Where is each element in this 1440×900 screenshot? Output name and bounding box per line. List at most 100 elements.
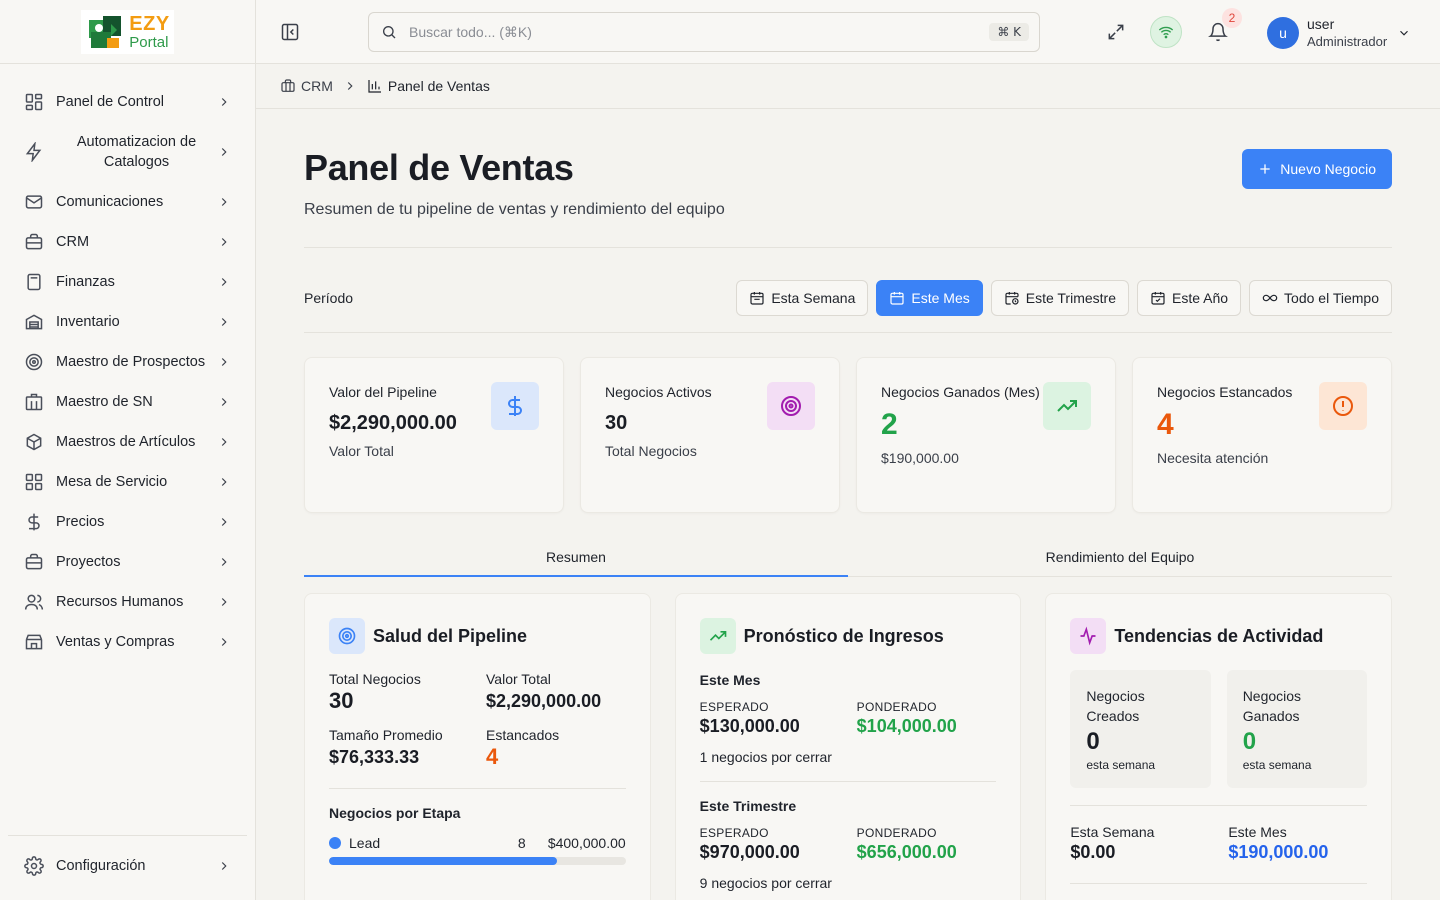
divider xyxy=(699,781,997,782)
chevron-right-icon xyxy=(221,318,227,326)
period-filter: Esta Semana Este Mes Este Trimestre Este… xyxy=(736,280,1392,316)
chevron-right-icon xyxy=(221,862,227,870)
metric-label: Estancados xyxy=(486,727,560,743)
sidebar-item-finanzas[interactable]: Finanzas xyxy=(0,262,255,302)
target-icon xyxy=(25,353,43,371)
kpi-title: Negocios Activos xyxy=(605,384,712,400)
stage-progress-fill xyxy=(329,857,558,865)
sidebar-item-label: Maestros de Artículos xyxy=(56,434,196,450)
kpi-title: Valor del Pipeline xyxy=(329,384,437,400)
sidebar-item-label: Automatizacion de Catalogos xyxy=(76,134,197,170)
period-option-label: Este Trimestre xyxy=(1025,290,1116,306)
forecast-note: 9 negocios por cerrar xyxy=(699,875,832,891)
sidebar-item-comunicaciones[interactable]: Comunicaciones xyxy=(0,182,255,222)
wifi-icon xyxy=(1158,26,1174,39)
chevron-down-icon xyxy=(1400,30,1409,36)
warehouse-icon xyxy=(25,314,43,330)
chevron-right-icon xyxy=(221,398,227,406)
chevron-right-icon xyxy=(347,82,353,90)
deals-won-box: Negocios Ganados 0 esta semana xyxy=(1226,670,1368,788)
sidebar-item-maestros-de-articulos[interactable]: Maestros de Artículos xyxy=(0,422,255,462)
kpi-title: Negocios Estancados xyxy=(1157,384,1293,400)
sidebar-item-label: Configuración xyxy=(56,858,146,874)
sidebar-item-proyectos[interactable]: Proyectos xyxy=(0,542,255,582)
fullscreen-icon[interactable] xyxy=(1106,22,1126,42)
logo-text-portal: Portal xyxy=(129,33,169,51)
kpi-icon-box xyxy=(491,382,539,430)
logo[interactable]: EZY Portal xyxy=(81,9,174,54)
sidebar-item-label: Comunicaciones xyxy=(56,194,164,210)
sidebar: EZY Portal Panel de Control Automatizaci… xyxy=(0,0,256,900)
sidebar-item-label: Inventario xyxy=(56,314,120,330)
section-title: Negocios por Etapa xyxy=(329,805,461,821)
sidebar-item-ventas-y-compras[interactable]: Ventas y Compras xyxy=(0,622,255,662)
chevron-right-icon xyxy=(221,238,227,246)
sidebar-item-recursos-humanos[interactable]: Recursos Humanos xyxy=(0,582,255,622)
kpi-card-won-deals: Negocios Ganados (Mes) 2 $190,000.00 xyxy=(856,357,1116,513)
sidebar-toggle-icon[interactable] xyxy=(280,22,300,42)
period-this-quarter-button[interactable]: Este Trimestre xyxy=(990,280,1129,316)
breadcrumb-current: Panel de Ventas xyxy=(367,78,490,94)
metric-value: $190,000.00 xyxy=(1228,842,1329,862)
sidebar-item-configuracion[interactable]: Configuración xyxy=(8,846,247,886)
briefcase-icon xyxy=(25,553,43,570)
metric-label: Este Mes xyxy=(1228,824,1287,840)
search-input[interactable] xyxy=(409,24,990,40)
period-all-time-button[interactable]: Todo el Tiempo xyxy=(1249,280,1392,316)
period-this-year-button[interactable]: Este Año xyxy=(1137,280,1242,316)
sidebar-item-automatizacion[interactable]: Automatizacion de Catalogos xyxy=(0,122,255,182)
topbar: ⌘ K 2 u user Administrador xyxy=(256,0,1440,64)
search-bar[interactable]: ⌘ K xyxy=(368,12,1040,52)
period-option-label: Esta Semana xyxy=(771,290,856,306)
period-this-week-button[interactable]: Esta Semana xyxy=(736,280,869,316)
chevron-right-icon xyxy=(221,638,227,646)
new-deal-button[interactable]: Nuevo Negocio xyxy=(1242,149,1392,189)
sidebar-item-precios[interactable]: Precios xyxy=(0,502,255,542)
chart-icon xyxy=(368,80,381,93)
tab-rendimiento-del-equipo[interactable]: Rendimiento del Equipo xyxy=(848,537,1392,576)
logo-area: EZY Portal xyxy=(0,0,255,64)
notification-count-badge: 2 xyxy=(1222,8,1242,28)
card-icon-box xyxy=(329,618,365,654)
box-icon xyxy=(26,433,42,451)
forecast-label: ESPERADO xyxy=(699,700,769,714)
forecast-expected-value: $970,000.00 xyxy=(699,842,800,862)
logo-text-ezy: EZY xyxy=(129,12,170,35)
alert-circle-icon xyxy=(1333,396,1353,416)
kpi-icon-box xyxy=(1043,382,1091,430)
sidebar-item-maestro-de-sn[interactable]: Maestro de SN xyxy=(0,382,255,422)
sidebar-item-crm[interactable]: CRM xyxy=(0,222,255,262)
breadcrumb-crm[interactable]: CRM xyxy=(280,78,333,94)
target-icon xyxy=(781,396,801,416)
sidebar-item-panel-de-control[interactable]: Panel de Control xyxy=(0,82,255,122)
dashboard-icon xyxy=(25,93,43,111)
calendar-check-icon xyxy=(1151,292,1165,305)
deals-created-box: Negocios Creados 0 esta semana xyxy=(1070,670,1211,788)
period-this-month-button[interactable]: Este Mes xyxy=(876,280,983,316)
breadcrumb-current-label: Panel de Ventas xyxy=(387,78,490,94)
chevron-right-icon xyxy=(221,558,227,566)
user-menu[interactable]: u user Administrador xyxy=(1267,16,1411,50)
sidebar-item-inventario[interactable]: Inventario xyxy=(0,302,255,342)
pipeline-health-card: Salud del Pipeline Total Negocios 30 Val… xyxy=(304,593,651,900)
forecast-note: 1 negocios por cerrar xyxy=(699,749,832,765)
chevron-right-icon xyxy=(221,358,227,366)
forecast-label: PONDERADO xyxy=(856,700,937,714)
kpi-title: Negocios Ganados (Mes) xyxy=(881,384,1040,400)
sidebar-item-label: CRM xyxy=(56,234,90,250)
kpi-card-stalled-deals: Negocios Estancados 4 Necesita atención xyxy=(1132,357,1392,513)
sidebar-nav: Panel de Control Automatizacion de Catal… xyxy=(0,64,255,662)
building-icon xyxy=(25,393,43,411)
forecast-period-title: Este Trimestre xyxy=(699,798,797,814)
search-icon xyxy=(383,26,396,39)
kpi-subtitle: Total Negocios xyxy=(605,443,697,459)
card-icon-box xyxy=(1070,618,1107,654)
gear-icon xyxy=(24,856,44,876)
metric-label: Tamaño Promedio xyxy=(329,727,443,743)
calendar-icon xyxy=(890,292,904,305)
connection-status-button[interactable] xyxy=(1150,16,1182,48)
calendar-clock-icon xyxy=(1005,292,1019,305)
tab-resumen[interactable]: Resumen xyxy=(304,537,848,577)
sidebar-item-maestro-de-prospectos[interactable]: Maestro de Prospectos xyxy=(0,342,255,382)
sidebar-item-mesa-de-servicio[interactable]: Mesa de Servicio xyxy=(0,462,255,502)
